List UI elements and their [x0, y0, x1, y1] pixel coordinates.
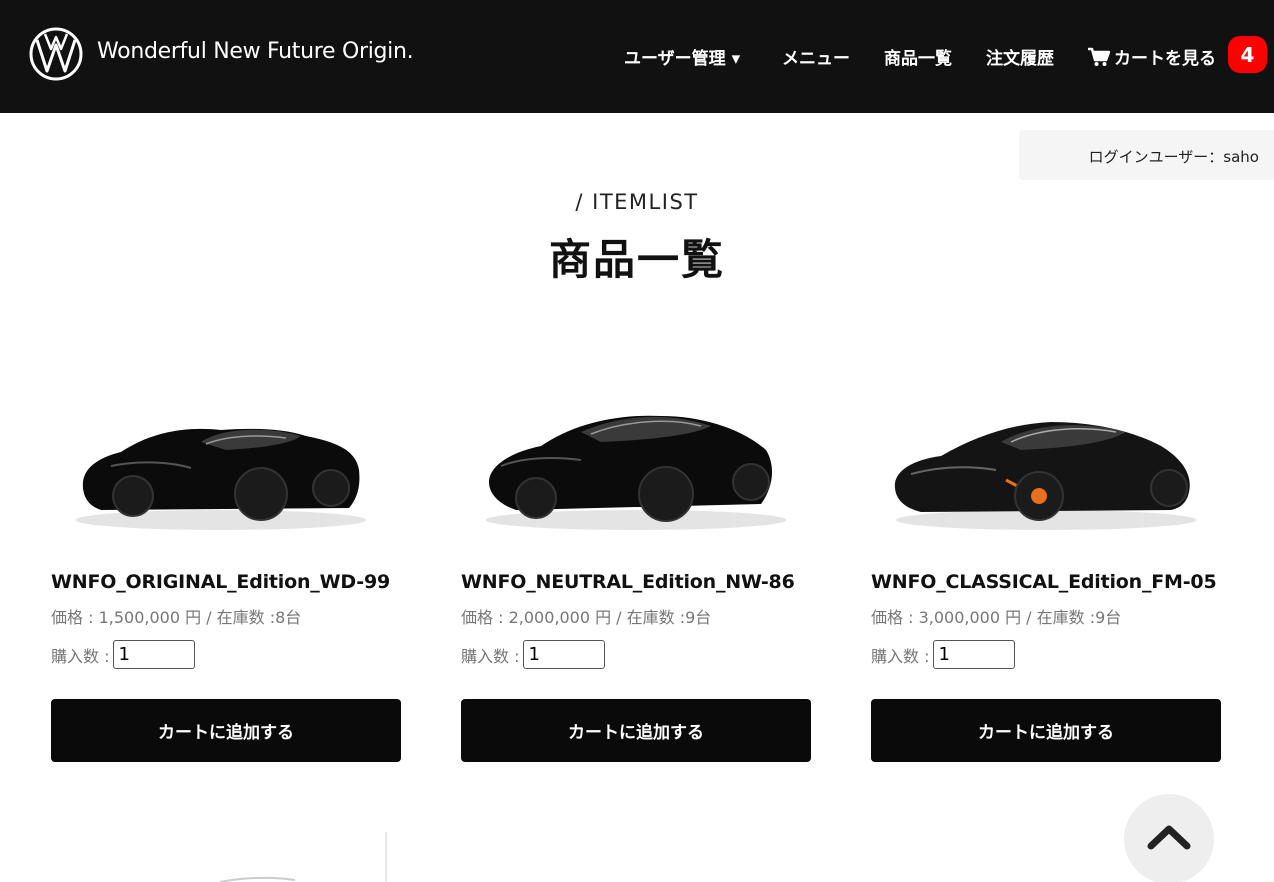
quantity-input[interactable] [933, 640, 1016, 669]
product-name[interactable]: WNFO_NEUTRAL_Edition_NW-86 [461, 571, 811, 593]
product-price-stock: 価格 : 3,000,000 円 / 在庫数 :9台 [871, 608, 1122, 627]
shopping-cart-icon [1088, 47, 1110, 66]
product-name[interactable]: WNFO_ORIGINAL_Edition_WD-99 [51, 571, 401, 593]
product-price-stock: 価格 : 2,000,000 円 / 在庫数 :9台 [461, 608, 712, 627]
chevron-up-icon [1147, 825, 1191, 850]
quantity-row: 購入数 : [461, 640, 811, 669]
nav-item-list[interactable]: 商品一覧 [884, 44, 952, 69]
login-user-box: ログインユーザー：saho [1019, 130, 1274, 180]
product-image[interactable] [871, 370, 1221, 565]
quantity-label: 購入数 : [461, 646, 520, 666]
site-header: Wonderful New Future Origin. ユーザー管理 ▾ メニ… [0, 0, 1274, 113]
product-card: WNFO_CLASSICAL_Edition_FM-05 価格 : 3,000,… [871, 370, 1221, 762]
product-image-partial[interactable] [200, 830, 400, 882]
quantity-label: 購入数 : [51, 646, 110, 666]
product-image[interactable] [461, 370, 811, 565]
page-subtitle: / ITEMLIST [575, 190, 699, 214]
nav-cart[interactable]: カートを見る [1088, 44, 1216, 69]
quantity-row: 購入数 : [51, 640, 401, 669]
product-name[interactable]: WNFO_CLASSICAL_Edition_FM-05 [871, 571, 1221, 593]
scroll-to-top-button[interactable] [1124, 794, 1214, 882]
login-user-text: ログインユーザー：saho [1088, 148, 1259, 166]
product-price-stock: 価格 : 1,500,000 円 / 在庫数 :8台 [51, 608, 302, 627]
page-title: 商品一覧 [548, 235, 725, 284]
nav-menu[interactable]: メニュー [782, 44, 850, 69]
add-to-cart-button[interactable]: カートに追加する [461, 699, 811, 762]
add-to-cart-button[interactable]: カートに追加する [51, 699, 401, 762]
add-to-cart-button[interactable]: カートに追加する [871, 699, 1221, 762]
product-card: WNFO_ORIGINAL_Edition_WD-99 価格 : 1,500,0… [51, 370, 401, 762]
cart-count-badge[interactable]: 4 [1228, 36, 1267, 73]
product-card: WNFO_NEUTRAL_Edition_NW-86 価格 : 2,000,00… [461, 370, 811, 762]
product-image[interactable] [51, 370, 401, 565]
site-name[interactable]: Wonderful New Future Origin. [97, 39, 414, 64]
nav-order-history[interactable]: 注文履歴 [986, 44, 1054, 69]
quantity-row: 購入数 : [871, 640, 1221, 669]
quantity-input[interactable] [113, 640, 196, 669]
nav-user-admin[interactable]: ユーザー管理 ▾ [624, 44, 740, 69]
quantity-input[interactable] [523, 640, 606, 669]
nav-cart-label: カートを見る [1114, 49, 1216, 69]
quantity-label: 購入数 : [871, 646, 930, 666]
brand-logo-icon[interactable] [29, 27, 83, 81]
